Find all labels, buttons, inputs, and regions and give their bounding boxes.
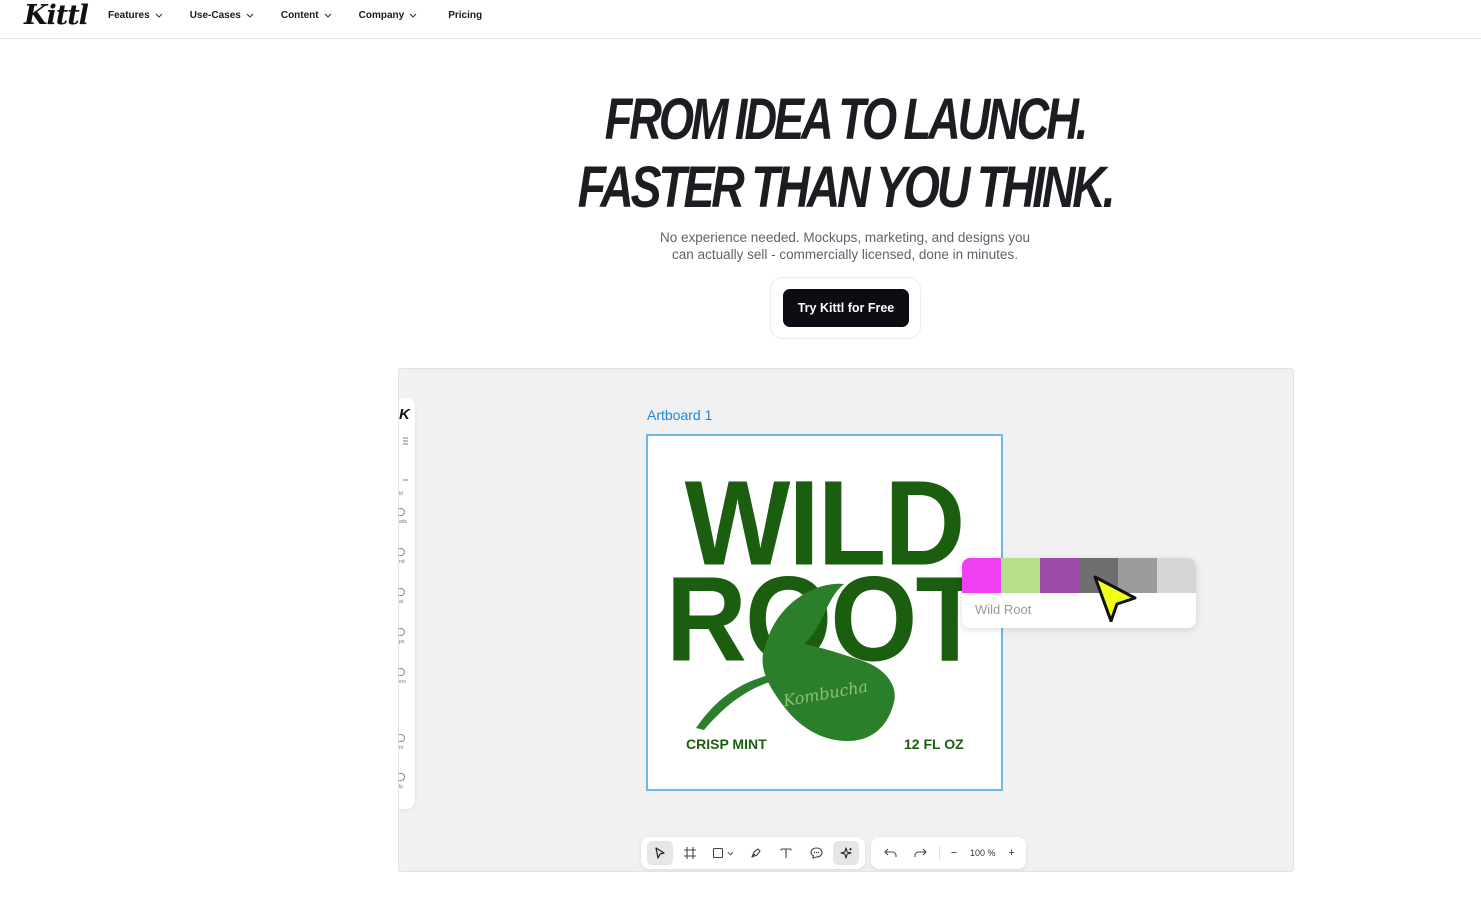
frame-tool[interactable] (677, 841, 703, 865)
ai-sparkle-icon (839, 846, 852, 859)
pen-icon (751, 848, 761, 858)
color-swatch-6[interactable] (1157, 558, 1196, 593)
sidebar-item-7[interactable]: rn (399, 734, 413, 751)
menu-icon (403, 437, 408, 445)
text-tool[interactable] (773, 841, 799, 865)
nav-company-label: Company (358, 9, 405, 21)
text-icon (780, 848, 792, 858)
sidebar-item-label: rn (399, 745, 404, 751)
shape-tool[interactable] (707, 841, 739, 865)
chevron-down-icon (246, 13, 254, 18)
color-swatches (962, 558, 1196, 593)
sidebar-item-label: at (399, 599, 404, 605)
hero-subtitle-line2: can actually sell - commercially license… (672, 247, 1018, 262)
nav-company[interactable]: Company (359, 8, 418, 22)
artboard-title[interactable]: Artboard 1 (647, 407, 712, 423)
palette-name: Wild Root (975, 602, 1032, 617)
pen-tool[interactable] (743, 841, 769, 865)
nav-pricing-label: Pricing (448, 9, 483, 21)
nav-content-label: Content (280, 9, 319, 21)
nav-use-cases[interactable]: Use-Cases (190, 8, 254, 22)
sidebar-item-label: nd (399, 559, 405, 565)
nav-use-cases-label: Use-Cases (189, 9, 241, 21)
color-swatch-3[interactable] (1040, 558, 1079, 593)
frame-icon (684, 847, 696, 859)
plus-icon (403, 479, 408, 481)
sidebar-item-label: ads (399, 519, 408, 525)
nav-content[interactable]: Content (281, 8, 332, 22)
hero-subtitle: No experience needed. Mockups, marketing… (640, 229, 1050, 263)
nav-features-label: Features (108, 9, 150, 21)
chevron-down-icon (155, 13, 163, 18)
ai-tool[interactable] (833, 841, 859, 865)
nav-menu: Features Use-Cases Content Company Prici… (108, 8, 509, 22)
color-swatch-1[interactable] (962, 558, 1001, 593)
editor-preview: K ld ads nd at ps ers rn lp Artboard 1 W… (398, 368, 1294, 872)
sidebar-item-5[interactable]: ps (399, 628, 413, 645)
sidebar-item-4[interactable]: at (399, 588, 413, 605)
sidebar-item-label: ers (399, 679, 406, 685)
kittl-mark-icon[interactable]: K (399, 406, 410, 423)
shape-icon (712, 847, 724, 859)
zoom-in-button[interactable]: + (1002, 841, 1022, 865)
sidebar-item-label: ld (399, 491, 403, 497)
zoom-level[interactable]: 100 % (964, 848, 1002, 858)
background-icon (399, 548, 405, 556)
select-icon (655, 847, 665, 859)
sidebar-item-3[interactable]: nd (399, 548, 413, 565)
bottom-toolbar: − 100 % + (641, 837, 1032, 869)
design-right-caption: 12 FL OZ (904, 736, 964, 752)
editor-side-panel: K ld ads nd at ps ers rn lp (399, 398, 415, 809)
history-zoom-group: − 100 % + (871, 837, 1026, 869)
learn-icon (399, 734, 405, 742)
chevron-down-icon (324, 13, 332, 18)
select-tool[interactable] (647, 841, 673, 865)
apps-icon (399, 628, 405, 636)
chevron-down-icon (727, 851, 734, 855)
sidebar-item-1[interactable]: ld (399, 470, 413, 497)
nav-features[interactable]: Features (108, 8, 163, 22)
chat-icon (399, 588, 405, 596)
comment-tool[interactable] (803, 841, 829, 865)
sidebar-item-label: ps (399, 639, 405, 645)
wild-root-design[interactable]: WILD ROOT Kombucha CRISP MINT 12 FL OZ (648, 436, 1001, 789)
redo-icon (913, 848, 927, 857)
color-swatch-2[interactable] (1001, 558, 1040, 593)
pointer-cursor-icon (1093, 575, 1137, 622)
help-icon (399, 773, 405, 781)
redo-button[interactable] (907, 841, 933, 865)
hero-headline-line1: FROM IDEA TO LAUNCH. (604, 87, 1089, 152)
sidebar-item-6[interactable]: ers (399, 668, 413, 685)
toolbar-divider (939, 846, 940, 860)
hero-subtitle-line1: No experience needed. Mockups, marketing… (660, 230, 1030, 245)
artboard[interactable]: WILD ROOT Kombucha CRISP MINT 12 FL OZ (646, 434, 1003, 791)
cta-wrapper: Try Kittl for Free (770, 277, 921, 339)
tools-group (641, 837, 865, 869)
kittl-logo[interactable]: Kittl (24, 0, 89, 31)
hero-headline-line2: FASTER THAN YOU THINK. (577, 155, 1116, 220)
chevron-down-icon (409, 13, 417, 18)
color-palette-popup: Wild Root (962, 558, 1196, 628)
upload-icon (399, 508, 405, 516)
sidebar-item-menu[interactable] (399, 432, 413, 450)
undo-button[interactable] (877, 841, 903, 865)
comment-icon (809, 847, 823, 859)
zoom-out-button[interactable]: − (944, 841, 964, 865)
sidebar-item-2[interactable]: ads (399, 508, 413, 525)
sidebar-item-label: lp (399, 784, 403, 790)
top-nav: Kittl Features Use-Cases Content Company… (0, 0, 1481, 39)
undo-icon (883, 848, 897, 857)
sidebar-item-8[interactable]: lp (399, 773, 413, 790)
nav-pricing[interactable]: Pricing (448, 8, 482, 22)
design-left-caption: CRISP MINT (686, 736, 767, 752)
try-kittl-button[interactable]: Try Kittl for Free (783, 289, 909, 327)
layers-icon (399, 668, 405, 676)
